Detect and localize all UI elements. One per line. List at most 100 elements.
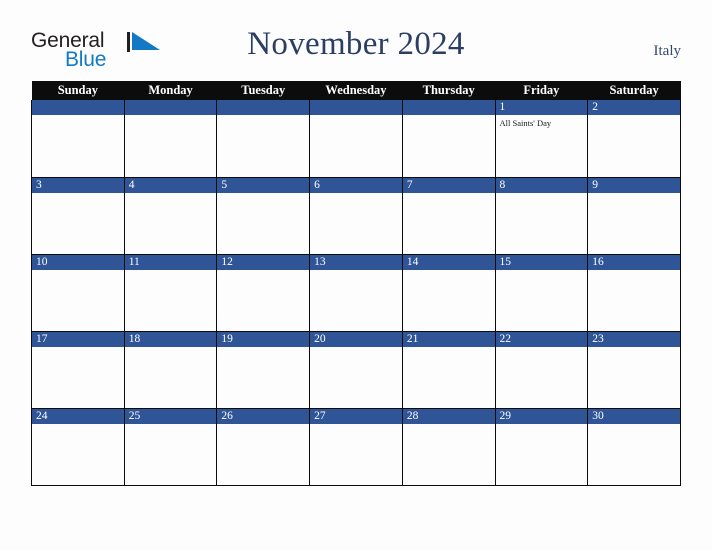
calendar-day-cell[interactable]: 5 bbox=[216, 177, 311, 255]
calendar-empty-cell bbox=[123, 100, 218, 178]
day-events bbox=[403, 424, 495, 427]
day-cell-inner: 18 bbox=[124, 331, 217, 408]
day-events bbox=[403, 270, 495, 273]
calendar-day-cell[interactable]: 27 bbox=[309, 408, 403, 486]
calendar-grid: Sunday Monday Tuesday Wednesday Thursday… bbox=[31, 81, 681, 486]
day-number bbox=[310, 100, 402, 115]
day-number: 13 bbox=[310, 254, 402, 270]
calendar-week-row: 1 All Saints' Day 2 bbox=[31, 100, 681, 178]
day-number bbox=[124, 100, 217, 115]
day-events bbox=[403, 347, 495, 350]
calendar-day-cell[interactable]: 3 bbox=[31, 177, 125, 255]
day-events bbox=[310, 193, 402, 196]
day-cell-inner bbox=[402, 100, 495, 176]
day-cell-inner: 10 bbox=[32, 254, 124, 331]
day-events bbox=[588, 424, 680, 427]
day-number: 21 bbox=[402, 331, 495, 347]
day-number: 25 bbox=[124, 408, 217, 424]
day-cell-inner: 1 All Saints' Day bbox=[495, 100, 588, 176]
calendar-day-cell[interactable]: 6 bbox=[309, 177, 403, 255]
holiday-label: All Saints' Day bbox=[499, 118, 552, 128]
day-cell-inner: 23 bbox=[588, 331, 680, 408]
day-events bbox=[496, 193, 588, 196]
day-number: 24 bbox=[32, 408, 124, 424]
day-number: 10 bbox=[32, 254, 124, 270]
day-number: 30 bbox=[588, 408, 680, 424]
calendar-day-cell[interactable]: 11 bbox=[123, 254, 218, 332]
calendar-day-cell[interactable]: 20 bbox=[309, 331, 403, 409]
calendar-day-cell[interactable]: 30 bbox=[587, 408, 681, 486]
weekday-header-friday: Friday bbox=[495, 81, 588, 100]
day-number: 16 bbox=[588, 254, 680, 270]
day-cell-inner: 3 bbox=[32, 177, 124, 254]
weekday-header-saturday: Saturday bbox=[587, 81, 681, 100]
weekday-header-sunday: Sunday bbox=[31, 81, 125, 100]
day-number bbox=[402, 100, 495, 115]
day-number: 5 bbox=[217, 177, 310, 193]
calendar-day-cell[interactable]: 19 bbox=[216, 331, 311, 409]
day-cell-inner: 2 bbox=[588, 100, 680, 176]
day-events bbox=[588, 347, 680, 350]
day-events bbox=[217, 270, 309, 273]
day-cell-inner: 25 bbox=[124, 408, 217, 485]
calendar-body: 1 All Saints' Day 2 3 4 5 6 7 8 9 10 11 12 13 14 15 16 17… bbox=[31, 100, 681, 486]
day-cell-inner: 30 bbox=[588, 408, 680, 485]
calendar-day-cell[interactable]: 18 bbox=[123, 331, 218, 409]
calendar-day-cell[interactable]: 8 bbox=[494, 177, 589, 255]
day-number bbox=[32, 100, 124, 115]
day-cell-inner: 4 bbox=[124, 177, 217, 254]
day-events bbox=[125, 270, 217, 273]
calendar-day-cell[interactable]: 7 bbox=[401, 177, 496, 255]
day-number: 29 bbox=[495, 408, 588, 424]
calendar-day-cell[interactable]: 9 bbox=[587, 177, 681, 255]
day-events bbox=[125, 424, 217, 427]
calendar-day-cell[interactable]: 16 bbox=[587, 254, 681, 332]
calendar-day-cell[interactable]: 2 bbox=[587, 100, 681, 178]
calendar-day-cell[interactable]: 13 bbox=[309, 254, 403, 332]
calendar-day-cell[interactable]: 25 bbox=[123, 408, 218, 486]
day-number: 2 bbox=[588, 100, 680, 115]
day-number: 1 bbox=[495, 100, 588, 115]
day-events bbox=[588, 115, 680, 118]
calendar-empty-cell bbox=[401, 100, 496, 178]
day-cell-inner: 12 bbox=[217, 254, 310, 331]
day-number: 7 bbox=[402, 177, 495, 193]
day-events bbox=[496, 424, 588, 427]
calendar-day-cell[interactable]: 12 bbox=[216, 254, 311, 332]
day-number: 23 bbox=[588, 331, 680, 347]
day-events bbox=[588, 270, 680, 273]
calendar-day-cell[interactable]: 29 bbox=[494, 408, 589, 486]
day-cell-inner: 17 bbox=[32, 331, 124, 408]
calendar-day-cell[interactable]: 28 bbox=[401, 408, 496, 486]
calendar-day-cell[interactable]: 21 bbox=[401, 331, 496, 409]
calendar-day-cell[interactable]: 1 All Saints' Day bbox=[494, 100, 589, 178]
day-events bbox=[310, 347, 402, 350]
calendar-week-row: 24 25 26 27 28 29 30 bbox=[31, 408, 681, 486]
calendar-day-cell[interactable]: 17 bbox=[31, 331, 125, 409]
calendar-week-row: 17 18 19 20 21 22 23 bbox=[31, 331, 681, 409]
calendar-day-cell[interactable]: 4 bbox=[123, 177, 218, 255]
day-number: 11 bbox=[124, 254, 217, 270]
calendar-day-cell[interactable]: 14 bbox=[401, 254, 496, 332]
day-cell-inner bbox=[310, 100, 402, 176]
day-events bbox=[32, 115, 124, 118]
calendar-day-cell[interactable]: 10 bbox=[31, 254, 125, 332]
day-events bbox=[403, 115, 495, 118]
calendar-day-cell[interactable]: 22 bbox=[494, 331, 589, 409]
day-number: 19 bbox=[217, 331, 310, 347]
day-events bbox=[310, 270, 402, 273]
calendar-day-cell[interactable]: 15 bbox=[494, 254, 589, 332]
day-cell-inner bbox=[217, 100, 310, 176]
day-events bbox=[496, 270, 588, 273]
calendar-day-cell[interactable]: 24 bbox=[31, 408, 125, 486]
calendar-day-cell[interactable]: 26 bbox=[216, 408, 311, 486]
weekday-header-tuesday: Tuesday bbox=[216, 81, 310, 100]
calendar-day-cell[interactable]: 23 bbox=[587, 331, 681, 409]
weekday-header-wednesday: Wednesday bbox=[309, 81, 403, 100]
day-cell-inner: 6 bbox=[310, 177, 402, 254]
day-events bbox=[125, 115, 217, 118]
day-events bbox=[32, 347, 124, 350]
calendar-empty-cell bbox=[31, 100, 125, 178]
day-events: All Saints' Day bbox=[496, 115, 588, 129]
day-cell-inner: 7 bbox=[402, 177, 495, 254]
